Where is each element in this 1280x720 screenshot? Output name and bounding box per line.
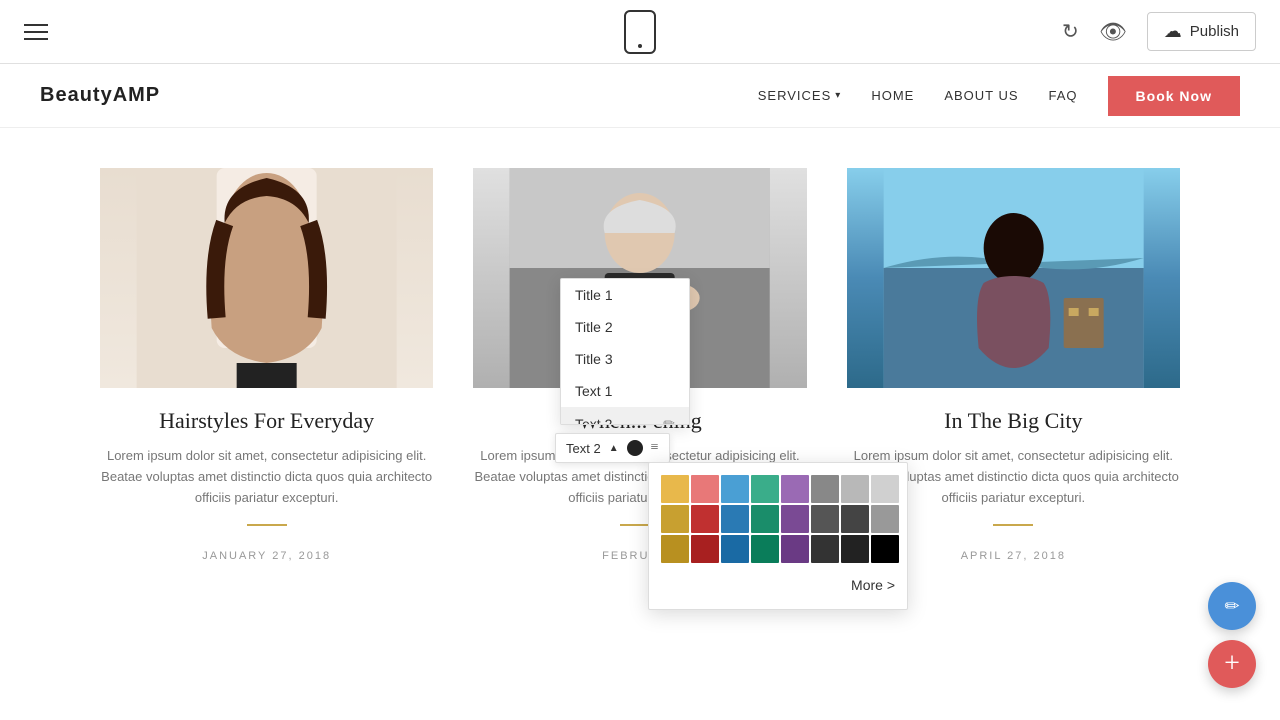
text2-active-toolbar: Text 2 ▲ ≡ [555, 433, 670, 463]
color-swatch[interactable] [691, 475, 719, 503]
publish-label: Publish [1190, 23, 1239, 40]
color-swatch[interactable] [871, 475, 899, 503]
chevron-down-icon: ▾ [835, 90, 841, 101]
color-swatch[interactable] [811, 505, 839, 533]
color-swatch[interactable] [871, 535, 899, 563]
preview-icon[interactable]: 👁 [1099, 19, 1127, 45]
card-hairstyles: Hairstyles For Everyday Lorem ipsum dolo… [100, 168, 433, 562]
card-date-3: APRIL 27, 2018 [961, 550, 1066, 562]
cloud-upload-icon: ☁ [1164, 21, 1182, 42]
nav-faq[interactable]: FAQ [1049, 88, 1078, 103]
dropdown-item-title2[interactable]: Title 2 [561, 311, 689, 343]
edit-fab-icon: ✏ [1224, 596, 1239, 617]
dropdown-item-title3[interactable]: Title 3 [561, 343, 689, 375]
dropdown-item-text2-selected[interactable]: Text 2 ✏ [561, 407, 689, 424]
dropdown-scroll-area[interactable]: Title 1 Title 2 Title 3 Text 1 Text 2 ✏ [561, 279, 689, 424]
color-swatch-grid [661, 475, 895, 563]
hamburger-icon [24, 24, 48, 40]
color-swatch[interactable] [781, 535, 809, 563]
card-date-1: JANUARY 27, 2018 [202, 550, 331, 562]
color-picker-panel: More > [648, 462, 908, 610]
color-swatch[interactable] [841, 475, 869, 503]
nav-links: SERVICES ▾ HOME ABOUT US FAQ Book Now [758, 76, 1240, 116]
card-image-1 [100, 168, 433, 388]
navbar: BeautyAMP SERVICES ▾ HOME ABOUT US FAQ B… [0, 64, 1280, 128]
color-swatch[interactable] [661, 535, 689, 563]
card-title-1: Hairstyles For Everyday [159, 408, 374, 434]
card-text-1: Lorem ipsum dolor sit amet, consectetur … [100, 446, 433, 508]
color-swatch[interactable] [781, 505, 809, 533]
color-swatch[interactable] [841, 535, 869, 563]
undo-icon[interactable]: ↺ [1062, 19, 1079, 44]
edit-icon: ✏ [663, 415, 675, 424]
text2-label: Text 2 [566, 441, 601, 456]
card-divider-1 [247, 524, 287, 526]
more-colors-link[interactable]: More > [661, 573, 895, 597]
card-title-3: In The Big City [944, 408, 1082, 434]
color-swatch[interactable] [721, 505, 749, 533]
color-swatch[interactable] [721, 535, 749, 563]
nav-about[interactable]: ABOUT US [944, 88, 1018, 103]
nav-services[interactable]: SERVICES ▾ [758, 88, 842, 103]
color-swatch[interactable] [691, 535, 719, 563]
caret-up-icon[interactable]: ▲ [609, 443, 619, 454]
fab-edit-button[interactable]: ✏ [1208, 582, 1256, 630]
color-swatch[interactable] [691, 505, 719, 533]
font-style-dropdown: Title 1 Title 2 Title 3 Text 1 Text 2 ✏ [560, 278, 690, 425]
color-swatch[interactable] [811, 475, 839, 503]
book-now-button[interactable]: Book Now [1108, 76, 1240, 116]
toolbar-right: ↺ 👁 ☁ Publish [1062, 12, 1256, 51]
color-swatch[interactable] [721, 475, 749, 503]
hair-image-svg [100, 168, 433, 388]
card-divider-3 [993, 524, 1033, 526]
color-swatch[interactable] [781, 475, 809, 503]
color-swatch[interactable] [841, 505, 869, 533]
dropdown-item-text1[interactable]: Text 1 [561, 375, 689, 407]
toolbar: ↺ 👁 ☁ Publish [0, 0, 1280, 64]
color-swatch[interactable] [811, 535, 839, 563]
color-swatch[interactable] [661, 505, 689, 533]
color-swatch[interactable] [751, 505, 779, 533]
brand-logo[interactable]: BeautyAMP [40, 84, 160, 107]
menu-button[interactable] [24, 24, 48, 40]
fab-add-button[interactable]: + [1208, 640, 1256, 688]
publish-button[interactable]: ☁ Publish [1147, 12, 1256, 51]
mobile-preview-button[interactable] [624, 10, 656, 54]
card-image-3 [847, 168, 1180, 388]
color-swatch[interactable] [871, 505, 899, 533]
phone-icon [624, 10, 656, 54]
color-swatch[interactable] [661, 475, 689, 503]
color-circle[interactable] [627, 440, 643, 456]
color-swatch[interactable] [751, 535, 779, 563]
color-swatch[interactable] [751, 475, 779, 503]
text-align-icon[interactable]: ≡ [651, 440, 659, 456]
nav-home[interactable]: HOME [871, 88, 914, 103]
city-image-svg [847, 168, 1180, 388]
dropdown-item-title1[interactable]: Title 1 [561, 279, 689, 311]
